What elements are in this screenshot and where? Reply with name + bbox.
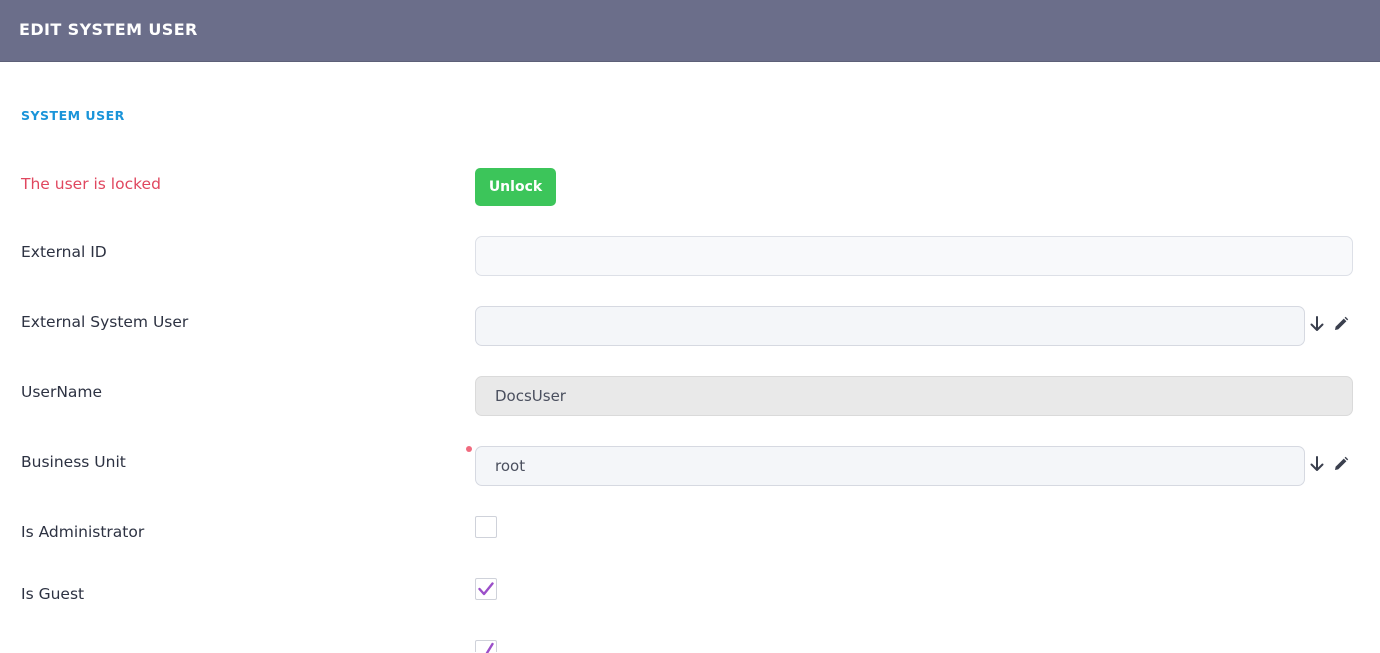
- locked-message: The user is locked: [21, 175, 161, 193]
- page-title: EDIT SYSTEM USER: [19, 20, 198, 39]
- required-indicator: [466, 446, 472, 452]
- business-unit-label: Business Unit: [21, 453, 126, 471]
- business-unit-input[interactable]: root: [475, 446, 1305, 486]
- pencil-icon[interactable]: [1331, 314, 1351, 334]
- section-title: SYSTEM USER: [21, 108, 125, 123]
- is-guest-label: Is Guest: [21, 585, 85, 603]
- external-system-user-label: External System User: [21, 313, 189, 331]
- next-field-checkbox[interactable]: [475, 640, 497, 653]
- arrow-down-icon[interactable]: [1307, 454, 1327, 474]
- username-label: UserName: [21, 383, 103, 401]
- external-system-user-input[interactable]: [475, 306, 1305, 346]
- arrow-down-icon[interactable]: [1307, 314, 1327, 334]
- unlock-button[interactable]: Unlock: [475, 168, 556, 206]
- username-input: DocsUser: [475, 376, 1353, 416]
- check-icon: [485, 642, 494, 653]
- pencil-icon[interactable]: [1331, 454, 1351, 474]
- is-administrator-label: Is Administrator: [21, 523, 145, 541]
- external-id-input[interactable]: [475, 236, 1353, 276]
- page-header: EDIT SYSTEM USER: [0, 0, 1380, 62]
- external-id-label: External ID: [21, 243, 107, 261]
- is-guest-checkbox[interactable]: [475, 578, 497, 600]
- check-icon: [478, 582, 494, 596]
- is-administrator-checkbox[interactable]: [475, 516, 497, 538]
